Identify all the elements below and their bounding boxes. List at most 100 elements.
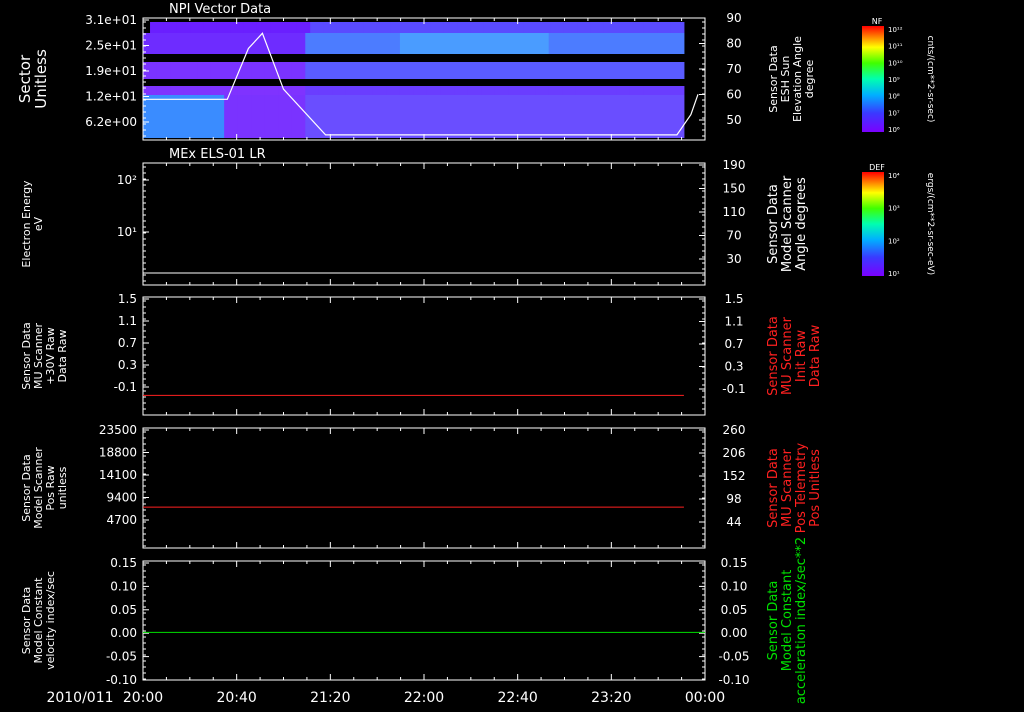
time-tick-label: 22:40 [497,690,537,706]
spectrogram-cell [616,33,631,54]
spectrogram-cell [143,33,158,54]
spectrogram-cell [305,62,320,79]
time-tick-label: 00:00 [685,690,725,706]
spectrogram-cell [521,33,536,54]
spectrogram-cell [413,95,428,138]
colorbar-tick-label: 10⁶ [888,126,900,134]
colorbar-title: NF [872,17,883,26]
spectrogram-cell [535,86,550,95]
y-axis-label-line: velocity index/sec [44,571,57,670]
spectrogram-cell [548,95,563,138]
spectrogram-cell [643,22,658,33]
spectrogram-cell [590,22,605,33]
right-y-tick-label: -0.05 [718,650,749,664]
right-y-axis-label-line: Angle degrees [794,177,809,271]
spectrogram-cell [494,86,509,95]
spectrogram-cell [345,33,360,54]
spectrogram-cell [616,95,631,138]
colorbar-unit-text: ergs/(cm**2-sr-sec-eV) [925,173,935,275]
spectrogram-cell [359,95,374,138]
spectrogram-cell [670,62,685,79]
spectrogram-cell [616,62,631,79]
spectrogram-cell [183,62,198,79]
spectrogram-cell [224,95,239,138]
spectrogram-cell [251,95,266,138]
panel-frame [142,296,706,416]
spectrogram-cell [589,86,604,95]
spectrogram-cell [481,62,496,79]
spectrogram-cell [372,62,387,79]
spectrogram-cell [494,95,509,138]
colorbar-tick-label: 10¹² [888,26,903,34]
spectrogram-cell [629,62,644,79]
spectrogram-cell [629,95,644,138]
spectrogram-cell [283,22,298,33]
colorbar-unit: cnts/(cm**2-sr-sec) [925,36,935,123]
right-y-axis-label-line: MU Scanner [780,448,795,527]
colorbar-unit-text: cnts/(cm**2-sr-sec) [925,36,935,123]
spectrogram-cell [210,62,225,79]
spectrogram-cell [562,33,577,54]
spectrogram-cell [521,62,536,79]
spectrogram-cell [376,22,391,33]
colorbar-tick-label: 10⁸ [888,93,900,101]
right-y-tick-label: 30 [726,252,741,266]
spectrogram-cell [457,22,471,33]
spectrogram-cell [176,22,191,33]
spectrogram-cell [426,62,442,79]
spectrogram-cell [629,33,644,54]
right-y-axis-label-line: Model Constant [780,570,795,672]
spectrogram-cell [318,33,333,54]
spectrogram-cell [656,95,671,138]
spectrogram-cell [332,62,347,79]
spectrogram-cell [656,86,671,95]
spectrogram-cell [575,95,590,138]
spectrogram-cell [336,22,351,33]
y-tick-label: 2.5e+01 [85,39,137,53]
right-y-axis-label-line: Init Raw [794,330,809,383]
right-y-axis-label-line: Sensor Data [766,448,781,528]
spectrogram-cell [562,86,577,95]
spectrogram-cell [508,62,523,79]
spectrogram-cell [535,95,550,138]
spectrogram-cell [372,33,387,54]
spectrogram-cell [270,22,284,33]
right-y-tick-label: 98 [726,492,741,506]
y-axis-label-line: eV [32,216,45,231]
spectrogram-cell [602,86,617,95]
spectrogram-cell [399,95,414,138]
y-tick-label: 14100 [99,468,137,482]
spectrogram-cell [548,62,563,79]
right-y-axis-label-line: Sensor Data [766,184,781,264]
right-y-tick-label: -0.1 [722,382,745,396]
spectrogram-cell [156,33,171,54]
spectrogram-cell [548,86,563,95]
spectrogram-cell [602,62,617,79]
y-tick-label: 10² [117,173,137,187]
y-tick-label: 9400 [106,491,137,505]
right-y-axis-label-line: Pos Unitless [808,449,823,527]
spectrogram-cell [589,33,604,54]
spectrogram-cell [197,95,212,138]
right-y-axis-label-line: Sensor Data [766,581,781,661]
spectrogram-cell [170,95,185,138]
spectrogram-cell [386,95,401,138]
y-tick-label: 0.05 [110,603,137,617]
spectrogram-layer [143,22,699,138]
y-axis-label: Sensor Data Model Scanner Pos Raw unitless [20,447,69,529]
spectrogram-cell [237,95,252,138]
spectrogram-cell [210,33,225,54]
spectrogram-cell [616,86,631,95]
spectrogram-cell [508,86,523,95]
right-y-axis-label: Sensor Data Model Constant acceleration in… [766,537,809,704]
spectrogram-cell [386,86,401,95]
right-y-tick-label: 44 [726,515,741,529]
spectrogram-cell [577,22,591,33]
spectrogram-cell [291,62,306,79]
spectrogram-cell [467,62,482,79]
y-tick-label: -0.10 [106,673,137,687]
y-axis-label-line: Unitless [32,49,50,109]
spectrogram-cell [170,62,185,79]
spectrogram-cell [617,22,632,33]
spectrogram-cell [562,62,577,79]
